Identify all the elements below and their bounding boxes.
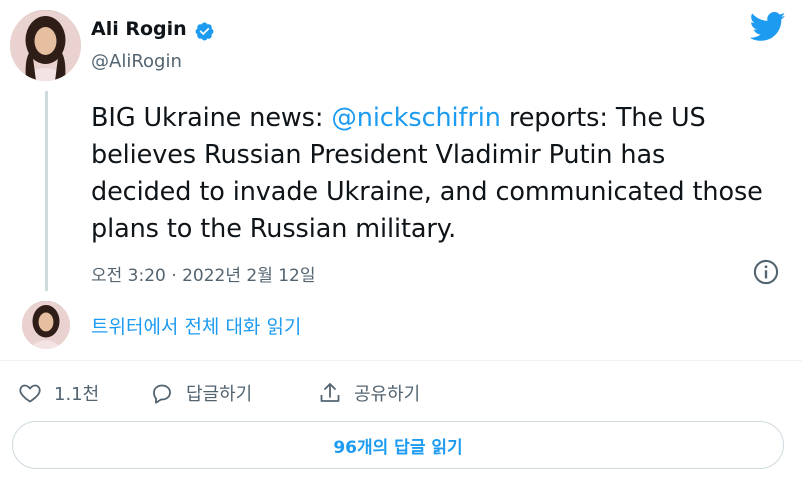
tweet-timestamp[interactable]: 오전 3:20 · 2022년 2월 12일 [91, 261, 316, 286]
divider [0, 360, 802, 361]
thread-avatar[interactable] [22, 301, 70, 349]
reply-label: 답글하기 [186, 384, 253, 405]
tweet-text: BIG Ukraine news: @nickschifrin reports:… [91, 100, 771, 248]
like-button[interactable]: 1.1천 [18, 378, 99, 408]
read-replies-button[interactable]: 96개의 답글 읽기 [12, 421, 784, 469]
author-name[interactable]: Ali Rogin [91, 18, 187, 40]
reply-icon [153, 384, 171, 404]
mention-link[interactable]: @nickschifrin [331, 103, 501, 133]
share-icon [320, 383, 340, 402]
info-icon[interactable] [752, 258, 780, 286]
author-handle[interactable]: @AliRogin [91, 51, 182, 72]
share-button[interactable]: 공유하기 [318, 378, 420, 408]
reply-button[interactable]: 답글하기 [150, 378, 252, 408]
thread-line [45, 91, 48, 291]
author-avatar[interactable] [10, 10, 81, 81]
tweet-text-start: BIG Ukraine news: [91, 103, 332, 133]
verified-badge-icon [195, 22, 214, 41]
share-label: 공유하기 [354, 384, 421, 405]
read-thread-link[interactable]: 트위터에서 전체 대화 읽기 [91, 312, 301, 339]
like-count: 1.1천 [54, 384, 100, 405]
heart-icon [19, 384, 41, 403]
twitter-bird-icon[interactable] [750, 12, 786, 42]
